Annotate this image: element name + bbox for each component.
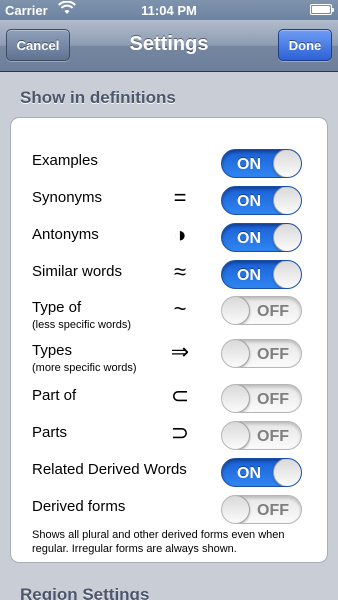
types-icon: ⇒: [170, 339, 190, 364]
toggle-state-text: ON: [237, 267, 261, 284]
toggle-derived-forms[interactable]: OFF: [221, 495, 302, 524]
synonyms-icon: =: [173, 185, 187, 210]
toggle-knob[interactable]: [222, 297, 250, 324]
setting-label-examples: Examples: [32, 152, 98, 169]
part-of-icon: ⊂: [170, 383, 190, 408]
toggle-state-text: OFF: [257, 428, 289, 445]
setting-label-antonyms: Antonyms: [32, 226, 99, 243]
setting-label-related-derived-words: Related Derived Words: [32, 461, 187, 478]
derived-forms-note: Shows all plural and other derived forms…: [32, 529, 285, 555]
setting-label-synonyms: Synonyms: [32, 189, 103, 206]
clock: 11:04 PM: [141, 3, 197, 18]
toggle-similar-words[interactable]: ON: [221, 260, 302, 289]
setting-row-type-of: Type of (less specific words) ~ OFF: [11, 293, 327, 331]
toggle-state-text: ON: [237, 230, 261, 247]
toggle-antonyms[interactable]: ON: [221, 223, 302, 252]
status-bar: Carrier 11:04 PM: [0, 0, 338, 20]
setting-row-types: Types (more specific words) ⇒ OFF: [11, 336, 327, 374]
setting-label-part-of: Part of: [32, 387, 77, 404]
setting-label-parts: Parts: [32, 424, 68, 441]
section-header-region-settings: Region Settings: [20, 585, 150, 600]
toggle-knob[interactable]: [222, 340, 250, 367]
done-button[interactable]: Done: [278, 29, 332, 61]
antonyms-icon: ◑: [173, 222, 187, 247]
toggle-type-of[interactable]: OFF: [221, 296, 302, 325]
toggle-knob[interactable]: [273, 261, 301, 288]
setting-label-derived-forms: Derived forms: [32, 498, 126, 515]
toggle-knob[interactable]: [273, 150, 301, 177]
toggle-state-text: OFF: [257, 391, 289, 408]
type-of-icon: ~: [173, 296, 187, 321]
toggle-examples[interactable]: ON: [221, 149, 302, 178]
parts-icon: ⊃: [170, 420, 190, 445]
toggle-knob[interactable]: [222, 422, 250, 449]
toggle-state-text: OFF: [257, 346, 289, 363]
setting-row-parts: Parts ⊃ OFF: [11, 417, 327, 451]
toggle-synonyms[interactable]: ON: [221, 186, 302, 215]
toggle-parts[interactable]: OFF: [221, 421, 302, 450]
setting-row-derived-forms: Derived forms OFF: [11, 491, 327, 525]
setting-row-examples: Examples ON: [11, 145, 327, 179]
toggle-knob[interactable]: [222, 496, 250, 523]
toggle-types[interactable]: OFF: [221, 339, 302, 368]
setting-label-type-of: Type of: [32, 299, 82, 316]
toggle-state-text: OFF: [257, 502, 289, 519]
setting-row-synonyms: Synonyms = ON: [11, 182, 327, 216]
toggle-related-derived-words[interactable]: ON: [221, 458, 302, 487]
toggle-state-text: ON: [237, 193, 261, 210]
setting-sublabel-types: (more specific words): [32, 362, 137, 374]
setting-sublabel-type-of: (less specific words): [32, 319, 132, 331]
battery-icon: [310, 4, 334, 15]
section-header-show-in-definitions: Show in definitions: [20, 88, 176, 107]
setting-row-part-of: Part of ⊂ OFF: [11, 380, 327, 414]
setting-row-similar-words: Similar words ≈ ON: [11, 256, 327, 290]
setting-row-related-derived-words: Related Derived Words ON: [11, 454, 327, 488]
setting-row-antonyms: Antonyms ◑ ON: [11, 219, 327, 253]
toggle-knob[interactable]: [273, 187, 301, 214]
toggle-state-text: ON: [237, 156, 261, 173]
toggle-part-of[interactable]: OFF: [221, 384, 302, 413]
similar-words-icon: ≈: [173, 259, 187, 284]
toggle-knob[interactable]: [273, 224, 301, 251]
toggle-knob[interactable]: [273, 459, 301, 486]
definitions-settings-group: Examples ON Synonyms = ON Antonyms ◑ ON Similar …: [10, 117, 328, 563]
setting-label-types: Types: [32, 342, 73, 359]
toggle-state-text: ON: [237, 465, 261, 482]
toggle-state-text: OFF: [257, 303, 289, 320]
navigation-bar: Cancel Settings Done: [0, 20, 338, 72]
toggle-knob[interactable]: [222, 385, 250, 412]
setting-label-similar-words: Similar words: [32, 263, 123, 280]
